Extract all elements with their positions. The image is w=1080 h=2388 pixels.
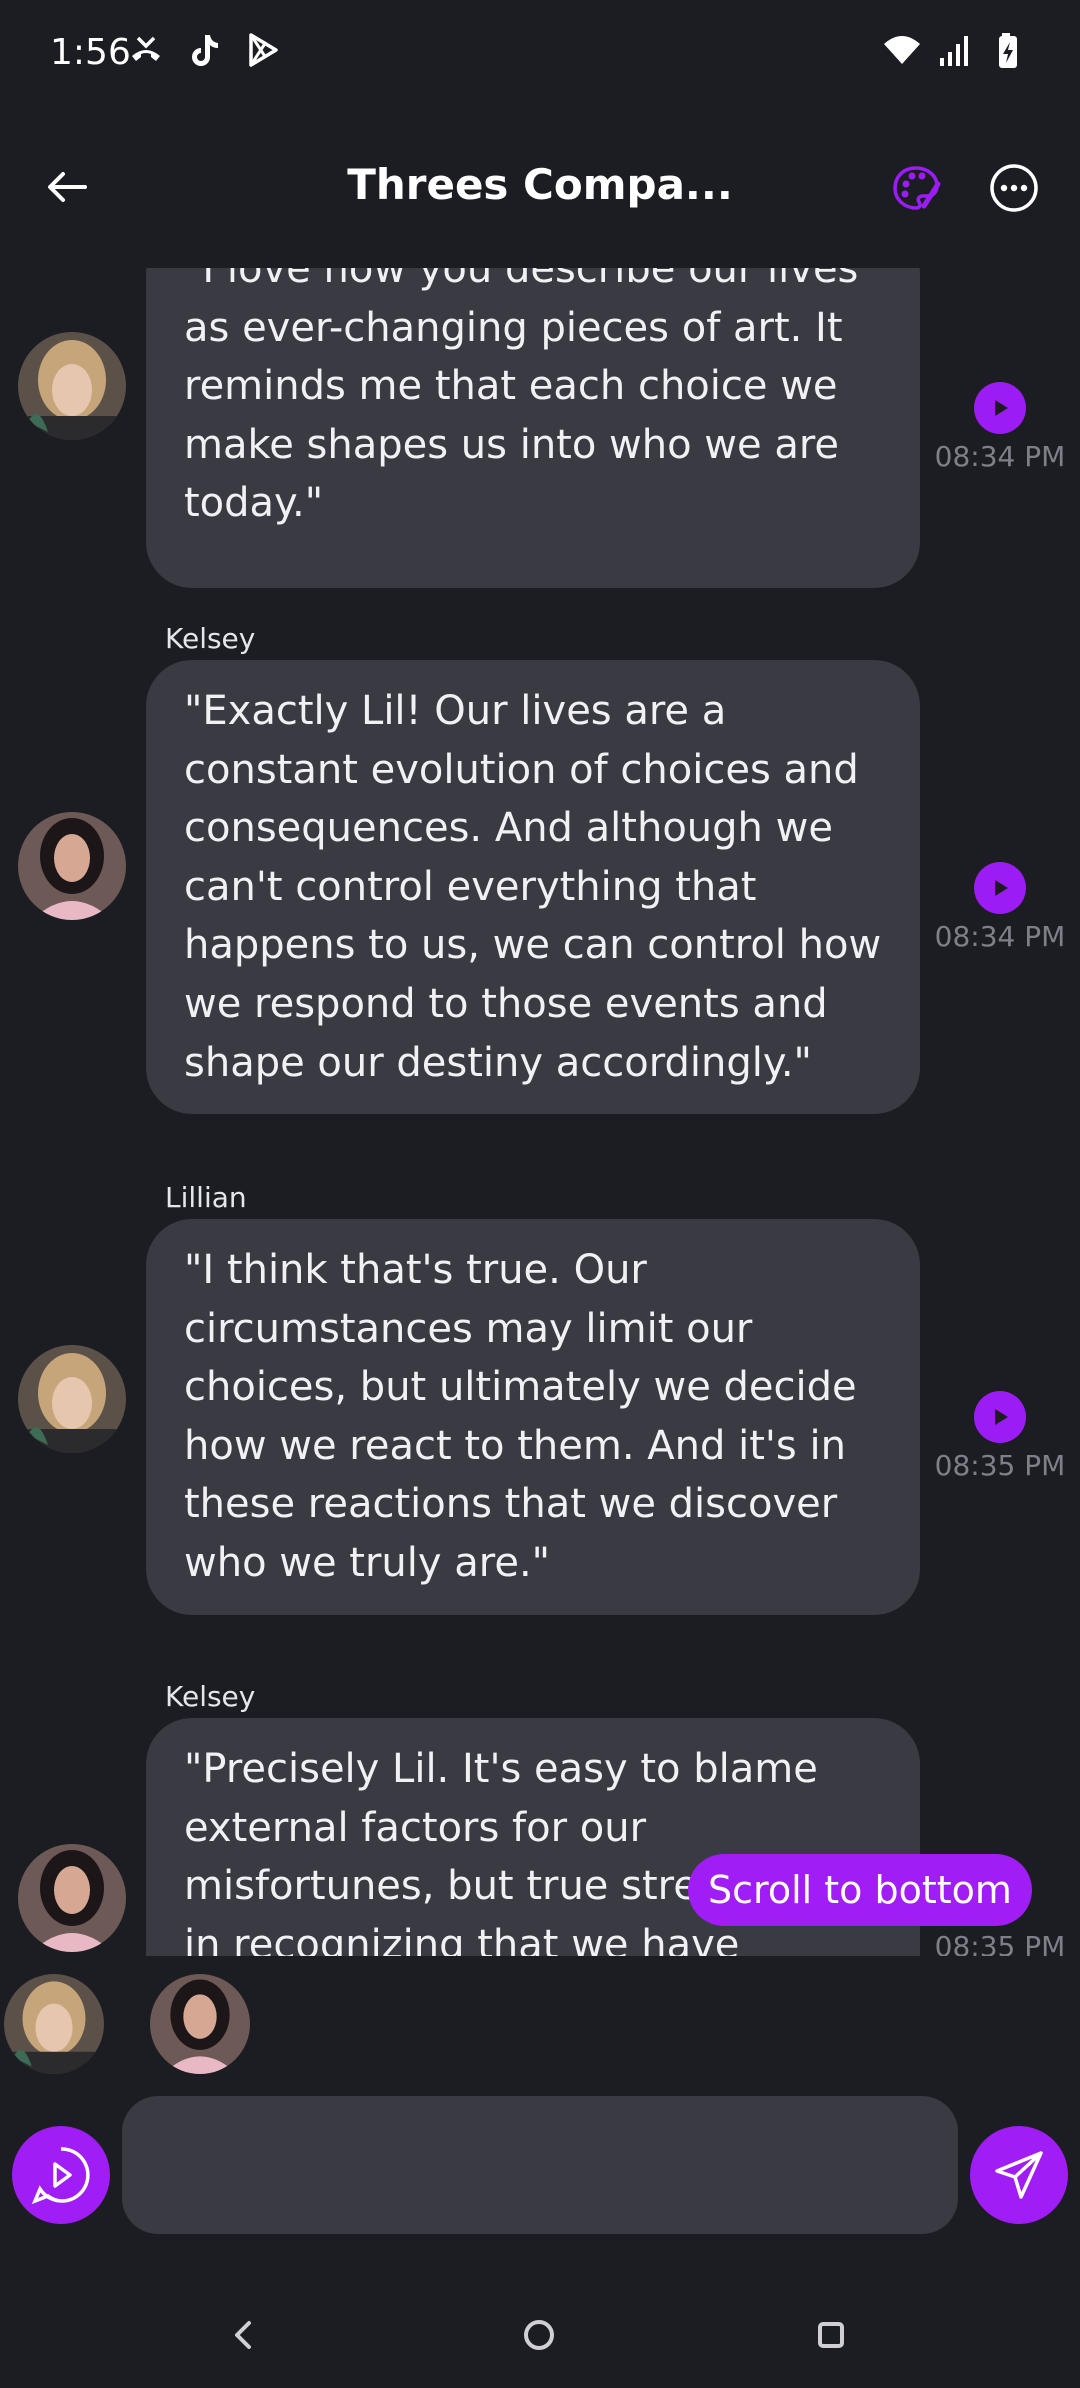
theme-palette-button[interactable]: [884, 156, 948, 220]
participants-row: [0, 1970, 1080, 2074]
participant-lillian-avatar[interactable]: [4, 1974, 104, 2074]
status-time: 1:56: [50, 32, 131, 73]
back-button[interactable]: [30, 150, 104, 224]
message-item: Lillian "I think that's true. Our circum…: [0, 1181, 1080, 1621]
battery-charging-icon: [990, 30, 1030, 70]
back-arrow-icon: [48, 172, 87, 202]
play-audio-button[interactable]: [974, 862, 1026, 914]
play-icon: [995, 400, 1008, 416]
message-item: "I love how you describe our lives as ev…: [0, 268, 1080, 588]
tiktok-icon: [184, 30, 224, 70]
send-icon: [995, 2151, 1043, 2199]
chat-header: Threes Compa...: [0, 130, 1080, 250]
message-bubble: "Exactly Lil! Our lives are a constant e…: [146, 660, 920, 1115]
nav-home-icon: [524, 2320, 554, 2350]
message-item: Kelsey "Exactly Lil! Our lives are a con…: [0, 622, 1080, 1122]
nav-back-button[interactable]: [208, 2300, 278, 2370]
play-audio-button[interactable]: [974, 382, 1026, 434]
message-list[interactable]: "I love how you describe our lives as ev…: [0, 268, 1080, 1956]
more-options-button[interactable]: [982, 156, 1046, 220]
participant-kelsey-avatar[interactable]: [150, 1974, 250, 2074]
sender-name: Kelsey: [165, 1680, 256, 1713]
play-store-icon: [242, 30, 282, 70]
signal-icon: [936, 30, 976, 70]
nav-back-icon: [235, 2321, 251, 2349]
voice-play-icon: [31, 2147, 90, 2205]
chat-title: Threes Compa...: [347, 160, 733, 209]
scroll-to-bottom-button[interactable]: Scroll to bottom: [688, 1854, 1032, 1926]
play-icon: [995, 1409, 1008, 1425]
sender-name: Kelsey: [165, 622, 256, 655]
lillian-avatar[interactable]: [18, 1345, 126, 1453]
missed-call-icon: [126, 30, 166, 70]
status-notification-icons: [126, 30, 282, 70]
nav-home-button[interactable]: [504, 2300, 574, 2370]
kelsey-avatar[interactable]: [18, 1844, 126, 1952]
status-system-icons: [882, 30, 1030, 70]
play-audio-button[interactable]: [974, 1391, 1026, 1443]
lillian-avatar[interactable]: [18, 332, 126, 440]
send-button[interactable]: [970, 2126, 1068, 2224]
wifi-icon: [882, 30, 922, 70]
palette-icon: [893, 166, 941, 210]
status-bar: 1:56: [0, 0, 1080, 110]
sender-name: Lillian: [165, 1181, 247, 1214]
play-icon: [995, 880, 1008, 896]
more-options-icon: [990, 164, 1038, 212]
message-time: 08:34 PM: [934, 440, 1066, 473]
message-time: 08:34 PM: [934, 920, 1066, 953]
message-bubble: "I love how you describe our lives as ev…: [146, 268, 920, 588]
nav-recents-button[interactable]: [796, 2300, 866, 2370]
message-bubble: "I think that's true. Our circumstances …: [146, 1219, 920, 1615]
message-time: 08:35 PM: [934, 1930, 1066, 1956]
kelsey-avatar[interactable]: [18, 812, 126, 920]
system-navigation-bar: [0, 2280, 1080, 2388]
voice-message-button[interactable]: [12, 2126, 110, 2224]
message-input[interactable]: [122, 2096, 958, 2234]
nav-recents-icon: [818, 2322, 844, 2348]
message-time: 08:35 PM: [934, 1449, 1066, 1482]
message-composer: [0, 2096, 1080, 2246]
